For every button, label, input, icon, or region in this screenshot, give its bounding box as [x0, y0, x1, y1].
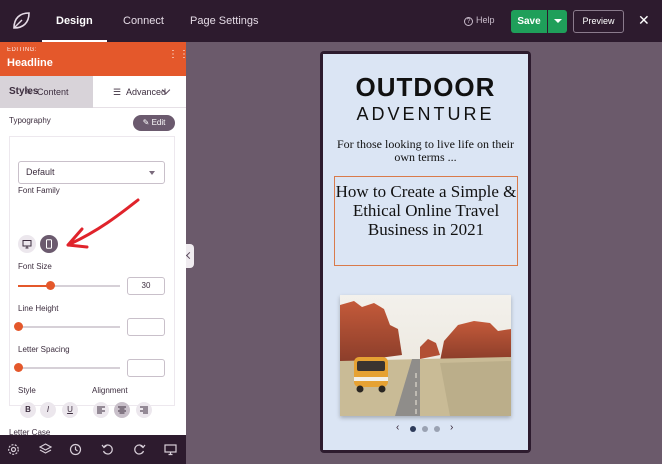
- font-size-input[interactable]: 30: [127, 277, 165, 295]
- align-right-icon: [140, 406, 148, 414]
- device-mobile-button[interactable]: [40, 235, 58, 253]
- edit-button-label: Edit: [151, 118, 166, 127]
- preview-headline[interactable]: How to Create a Simple & Ethical Online …: [334, 182, 518, 239]
- italic-button[interactable]: I: [40, 402, 56, 418]
- preview-hero-image[interactable]: [340, 295, 511, 416]
- bold-button[interactable]: B: [20, 402, 36, 418]
- settings-gear-icon[interactable]: [7, 443, 20, 456]
- help-link[interactable]: ? Help: [464, 15, 495, 26]
- styles-heading[interactable]: Styles: [9, 86, 38, 97]
- carousel-prev-icon[interactable]: ‹: [396, 422, 399, 433]
- tab-connect[interactable]: Connect: [123, 0, 164, 42]
- seedprod-logo-icon: [13, 12, 30, 29]
- image-carousel-controls: ‹ ›: [396, 422, 458, 434]
- preview-tagline[interactable]: For those looking to live life on their …: [333, 138, 518, 164]
- mobile-icon: [46, 239, 52, 249]
- edit-pencil-icon: ✎: [142, 118, 152, 127]
- line-height-slider[interactable]: [13, 322, 120, 331]
- style-label: Style: [18, 386, 36, 395]
- carousel-dot[interactable]: [422, 426, 428, 432]
- carousel-next-icon[interactable]: ›: [450, 422, 453, 433]
- tab-advanced-label: Advanced: [126, 87, 167, 97]
- alignment-label: Alignment: [92, 386, 128, 395]
- align-left-icon: [97, 406, 105, 414]
- line-height-label: Line Height: [18, 304, 59, 313]
- typography-edit-button[interactable]: ✎ Edit: [133, 115, 175, 131]
- top-bar: Design Connect Page Settings ? Help Save …: [0, 0, 662, 42]
- desktop-icon: [22, 240, 32, 249]
- preview-button[interactable]: Preview: [573, 10, 624, 33]
- undo-icon[interactable]: [101, 443, 114, 456]
- desert-van-image: [340, 295, 511, 416]
- editing-caption: EDITING:: [7, 47, 38, 53]
- font-family-select[interactable]: Default: [18, 161, 165, 184]
- letter-spacing-slider[interactable]: [13, 363, 120, 372]
- history-icon[interactable]: [69, 443, 82, 456]
- bottom-toolbar: [0, 435, 186, 464]
- letter-spacing-slider-knob[interactable]: [13, 363, 23, 372]
- font-family-label: Font Family: [18, 186, 60, 195]
- align-left-button[interactable]: [93, 402, 109, 418]
- device-desktop-button[interactable]: [18, 235, 36, 253]
- font-size-slider[interactable]: [18, 281, 120, 290]
- editing-header: EDITING: Headline ⋮⋮: [0, 42, 186, 76]
- close-icon[interactable]: ✕: [638, 13, 650, 27]
- redo-icon[interactable]: [133, 443, 146, 456]
- carousel-dot[interactable]: [410, 426, 416, 432]
- desktop-preview-icon[interactable]: [164, 443, 177, 456]
- tab-content-label: Content: [37, 87, 69, 97]
- help-label: Help: [476, 15, 495, 25]
- underline-button[interactable]: U: [62, 402, 78, 418]
- align-center-button[interactable]: [114, 402, 130, 418]
- help-icon: ?: [464, 17, 473, 26]
- layers-icon[interactable]: [39, 443, 52, 456]
- tab-page-settings[interactable]: Page Settings: [190, 0, 259, 42]
- align-center-icon: [118, 406, 126, 414]
- letter-spacing-label: Letter Spacing: [18, 345, 70, 354]
- align-right-button[interactable]: [136, 402, 152, 418]
- letter-spacing-input[interactable]: [127, 359, 165, 377]
- line-height-slider-knob[interactable]: [13, 322, 23, 331]
- line-height-input[interactable]: [127, 318, 165, 336]
- tab-advanced[interactable]: ☰ Advanced: [93, 76, 186, 108]
- collapse-panel-toggle[interactable]: [186, 244, 194, 268]
- typography-label: Typography: [9, 116, 51, 125]
- editing-title: Headline: [7, 57, 53, 69]
- drag-handle-icon[interactable]: ⋮⋮: [168, 50, 186, 60]
- preview-title-line1[interactable]: OUTDOOR: [323, 72, 528, 103]
- save-dropdown-caret-icon[interactable]: [548, 10, 567, 33]
- carousel-dot[interactable]: [434, 426, 440, 432]
- sliders-icon: ☰: [112, 87, 122, 97]
- tab-design[interactable]: Design: [42, 0, 107, 42]
- save-button[interactable]: Save: [511, 10, 547, 33]
- preview-title-line2[interactable]: ADVENTURE: [323, 104, 528, 125]
- annotation-arrow: [66, 198, 140, 249]
- font-size-label: Font Size: [18, 262, 52, 271]
